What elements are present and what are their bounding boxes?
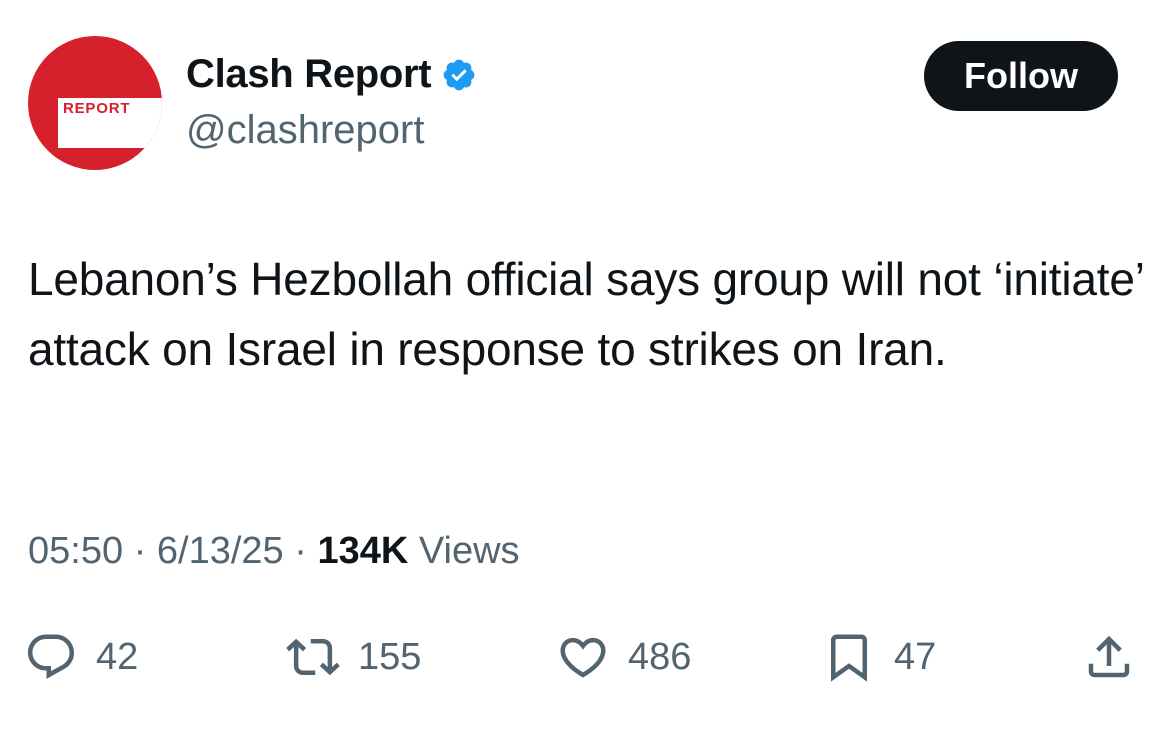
bookmark-icon: [831, 634, 867, 682]
heart-icon: [560, 637, 606, 678]
reply-button[interactable]: 42: [24, 622, 138, 692]
tweet-text: Lebanon’s Hezbollah official says group …: [28, 253, 1144, 375]
display-name[interactable]: Clash Report: [186, 52, 432, 97]
repost-button[interactable]: 155: [286, 622, 421, 692]
avatar[interactable]: CLASH REPORT: [28, 36, 162, 170]
tweet-time[interactable]: 05:50: [28, 530, 123, 572]
author-handle[interactable]: @clashreport: [186, 108, 424, 153]
avatar-logo-line1: CLASH: [63, 84, 116, 101]
avatar-logo: CLASH REPORT: [63, 85, 130, 116]
action-bar: 42 155 486 47: [0, 622, 1170, 692]
reply-count: 42: [96, 635, 139, 678]
share-icon: [1088, 635, 1130, 678]
bookmark-count: 47: [894, 635, 937, 678]
views-count: 134K: [317, 530, 409, 572]
verified-badge-icon: [441, 57, 477, 93]
views-label: Views: [418, 530, 520, 572]
reply-icon: [27, 634, 75, 679]
repost-count: 155: [358, 635, 422, 678]
meta-separator: ·: [294, 530, 307, 572]
bookmark-button[interactable]: 47: [822, 622, 936, 692]
author-name-row: Clash Report: [186, 52, 477, 97]
tweet-card: CLASH REPORT Clash Report @clashreport F…: [0, 0, 1170, 737]
repost-icon: [286, 638, 340, 676]
avatar-logo-line2: REPORT: [63, 100, 131, 117]
tweet-meta: 05:50 · 6/13/25 · 134K Views: [28, 530, 520, 573]
meta-separator: ·: [133, 530, 147, 572]
tweet-date[interactable]: 6/13/25: [157, 530, 284, 572]
like-button[interactable]: 486: [556, 622, 691, 692]
follow-button[interactable]: Follow: [924, 41, 1118, 111]
like-count: 486: [628, 635, 692, 678]
share-button[interactable]: [1082, 622, 1136, 692]
